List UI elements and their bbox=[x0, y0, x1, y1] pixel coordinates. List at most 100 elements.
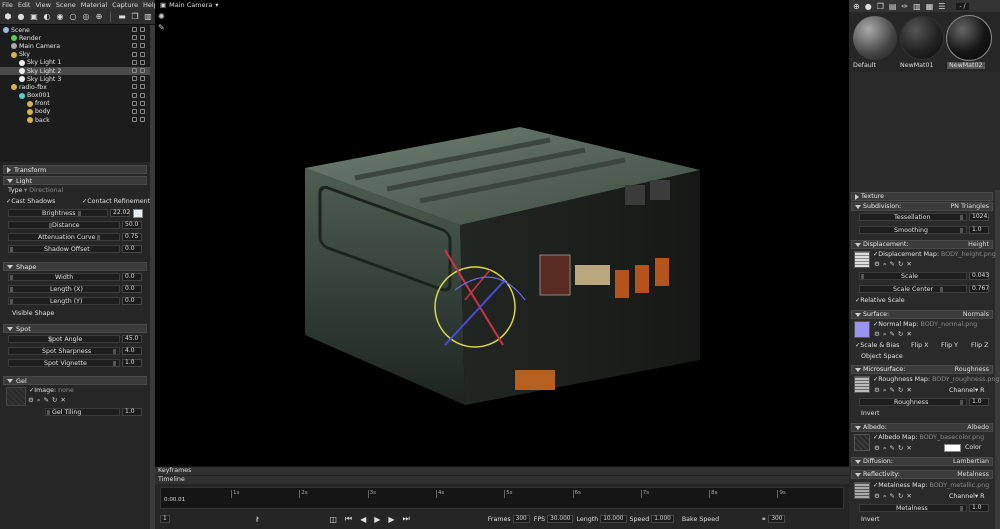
lock-icon[interactable] bbox=[132, 27, 137, 32]
key-icon[interactable]: ⚷ bbox=[255, 516, 260, 523]
scale-bias-checkbox[interactable]: ✓Scale & Bias bbox=[855, 342, 899, 349]
search-icon[interactable]: ⌕ bbox=[883, 492, 887, 501]
tree-item[interactable]: Box001 bbox=[0, 92, 150, 100]
material-scrollbar[interactable] bbox=[995, 190, 1000, 529]
ring-icon[interactable]: ○ bbox=[68, 12, 78, 22]
edit-icon[interactable]: ✎ bbox=[889, 260, 894, 269]
lock-icon[interactable] bbox=[132, 59, 137, 65]
flip-x-checkbox[interactable]: Flip X bbox=[911, 342, 928, 349]
gear-icon[interactable]: ⚙ bbox=[874, 386, 880, 395]
gear-icon[interactable]: ⚙ bbox=[874, 260, 880, 269]
material-thumb-default[interactable] bbox=[853, 16, 897, 60]
flip-z-checkbox[interactable]: Flip Z bbox=[971, 342, 988, 349]
roughness-map-checkbox[interactable]: ✓Roughness Map: BODY_roughness.png bbox=[873, 376, 999, 383]
lock-icon[interactable] bbox=[132, 67, 137, 73]
menu-view[interactable]: View bbox=[35, 1, 50, 9]
bake-speed-button[interactable]: Bake Speed bbox=[682, 516, 719, 523]
eye-icon[interactable] bbox=[140, 43, 145, 49]
tree-item[interactable]: Sky Light 2 bbox=[0, 66, 150, 76]
tree-item[interactable]: back bbox=[0, 116, 150, 124]
tree-item[interactable]: Render bbox=[0, 34, 150, 42]
search-icon[interactable]: ⌕ bbox=[883, 330, 887, 339]
section-texture[interactable]: Texture bbox=[851, 192, 993, 201]
attenuation-field[interactable]: 0.75 bbox=[122, 233, 142, 241]
edit-icon[interactable]: ✎ bbox=[889, 492, 894, 501]
search-icon[interactable]: ⌕ bbox=[37, 396, 41, 405]
reload-icon[interactable]: ↻ bbox=[898, 330, 903, 339]
globe-icon[interactable]: ⊕ bbox=[94, 12, 104, 22]
lock-icon[interactable] bbox=[132, 84, 137, 90]
gear-icon[interactable]: ⚙ bbox=[28, 396, 34, 405]
eye-icon[interactable] bbox=[140, 27, 145, 32]
smoothing-field[interactable]: 1.0 bbox=[969, 226, 989, 234]
eye-icon[interactable] bbox=[140, 108, 145, 114]
material-thumb-newmat02[interactable] bbox=[946, 15, 992, 61]
lock-icon[interactable] bbox=[132, 43, 137, 49]
list-icon[interactable]: ☰ bbox=[938, 2, 945, 11]
menu-edit[interactable]: Edit bbox=[18, 1, 31, 9]
disp-scale-field[interactable]: 0.043 bbox=[969, 272, 989, 280]
metalness-channel-dropdown[interactable]: ▾ R bbox=[975, 493, 985, 500]
diffusion-value[interactable]: Lambertian bbox=[953, 458, 989, 465]
grid-icon[interactable]: ▦ bbox=[926, 2, 934, 11]
metalness-map-thumb[interactable] bbox=[854, 482, 870, 499]
close-icon[interactable]: ✕ bbox=[906, 492, 911, 501]
subdivision-value[interactable]: PN Triangles bbox=[950, 203, 989, 210]
duplicate-icon[interactable]: ❐ bbox=[877, 2, 884, 11]
skip-end-icon[interactable]: ⏭ bbox=[403, 514, 410, 524]
link-icon[interactable]: ⚭ bbox=[761, 516, 766, 523]
normal-map-thumb[interactable] bbox=[854, 321, 870, 338]
lock-icon[interactable] bbox=[132, 76, 137, 82]
section-microsurface[interactable]: Microsurface: Roughness bbox=[851, 365, 993, 374]
light-icon[interactable]: ● bbox=[16, 12, 26, 22]
reflectivity-value[interactable]: Metalness bbox=[957, 471, 989, 478]
eye-icon[interactable] bbox=[140, 100, 145, 106]
skip-start-icon[interactable]: ⏮ bbox=[345, 514, 352, 524]
reload-icon[interactable]: ↻ bbox=[898, 386, 903, 395]
menu-scene[interactable]: Scene bbox=[56, 1, 76, 9]
frames-field[interactable]: 300 bbox=[512, 515, 530, 523]
section-displacement[interactable]: Displacement: Height bbox=[851, 240, 993, 249]
eyedropper-icon[interactable]: ✑ bbox=[901, 2, 908, 11]
end-frame-field[interactable]: 300 bbox=[768, 515, 786, 523]
metalness-field[interactable]: 1.0 bbox=[969, 504, 989, 512]
spot-vignette-field[interactable]: 1.0 bbox=[122, 359, 142, 367]
eye-icon[interactable] bbox=[140, 35, 145, 41]
play-icon[interactable]: ▶ bbox=[374, 515, 380, 524]
gel-image-thumb[interactable] bbox=[6, 387, 26, 406]
search-icon[interactable]: ⌕ bbox=[883, 260, 887, 269]
step-back-icon[interactable]: ◀ bbox=[360, 515, 366, 524]
eye-icon[interactable] bbox=[140, 84, 145, 90]
start-frame-field[interactable]: 1 bbox=[160, 515, 170, 523]
search-icon[interactable]: ⌕ bbox=[883, 444, 887, 453]
albedo-map-thumb[interactable] bbox=[854, 434, 870, 451]
lock-icon[interactable] bbox=[132, 108, 137, 114]
section-surface[interactable]: Surface: Normals bbox=[851, 310, 993, 319]
menu-capture[interactable]: Capture bbox=[112, 1, 138, 9]
microsurface-value[interactable]: Roughness bbox=[955, 366, 989, 373]
light-color-swatch[interactable] bbox=[133, 209, 143, 218]
type-dropdown[interactable]: ▾ Directional bbox=[24, 187, 63, 194]
object-space-checkbox[interactable]: Object Space bbox=[861, 353, 903, 360]
tree-item[interactable]: body bbox=[0, 108, 150, 116]
eye-icon[interactable] bbox=[140, 51, 145, 57]
section-reflectivity[interactable]: Reflectivity: Metalness bbox=[851, 470, 993, 479]
tree-item[interactable]: Main Camera bbox=[0, 42, 150, 50]
albedo-color-swatch[interactable] bbox=[944, 444, 961, 452]
eye-icon[interactable] bbox=[140, 76, 145, 82]
lock-icon[interactable] bbox=[132, 51, 137, 57]
edit-icon[interactable]: ✎ bbox=[889, 330, 894, 339]
eye-icon[interactable] bbox=[140, 117, 145, 123]
metalness-map-checkbox[interactable]: ✓Metalness Map: BODY_metallic.png bbox=[873, 482, 989, 489]
length-y-field[interactable]: 0.0 bbox=[122, 297, 142, 305]
menu-material[interactable]: Material bbox=[81, 1, 107, 9]
tree-item[interactable]: Scene bbox=[0, 26, 150, 34]
reload-icon[interactable]: ↻ bbox=[898, 492, 903, 501]
lock-icon[interactable] bbox=[132, 35, 137, 41]
timeline-ruler[interactable]: 0:00.01 1s 2s 3s 4s 5s 6s 7s 8s 9s bbox=[160, 487, 844, 509]
close-icon[interactable]: ✕ bbox=[60, 396, 65, 405]
close-icon[interactable]: ✕ bbox=[906, 386, 911, 395]
folder-icon[interactable]: ▬ bbox=[117, 12, 127, 22]
material-page-field[interactable]: - / bbox=[956, 2, 969, 10]
section-spot[interactable]: Spot bbox=[3, 324, 147, 333]
